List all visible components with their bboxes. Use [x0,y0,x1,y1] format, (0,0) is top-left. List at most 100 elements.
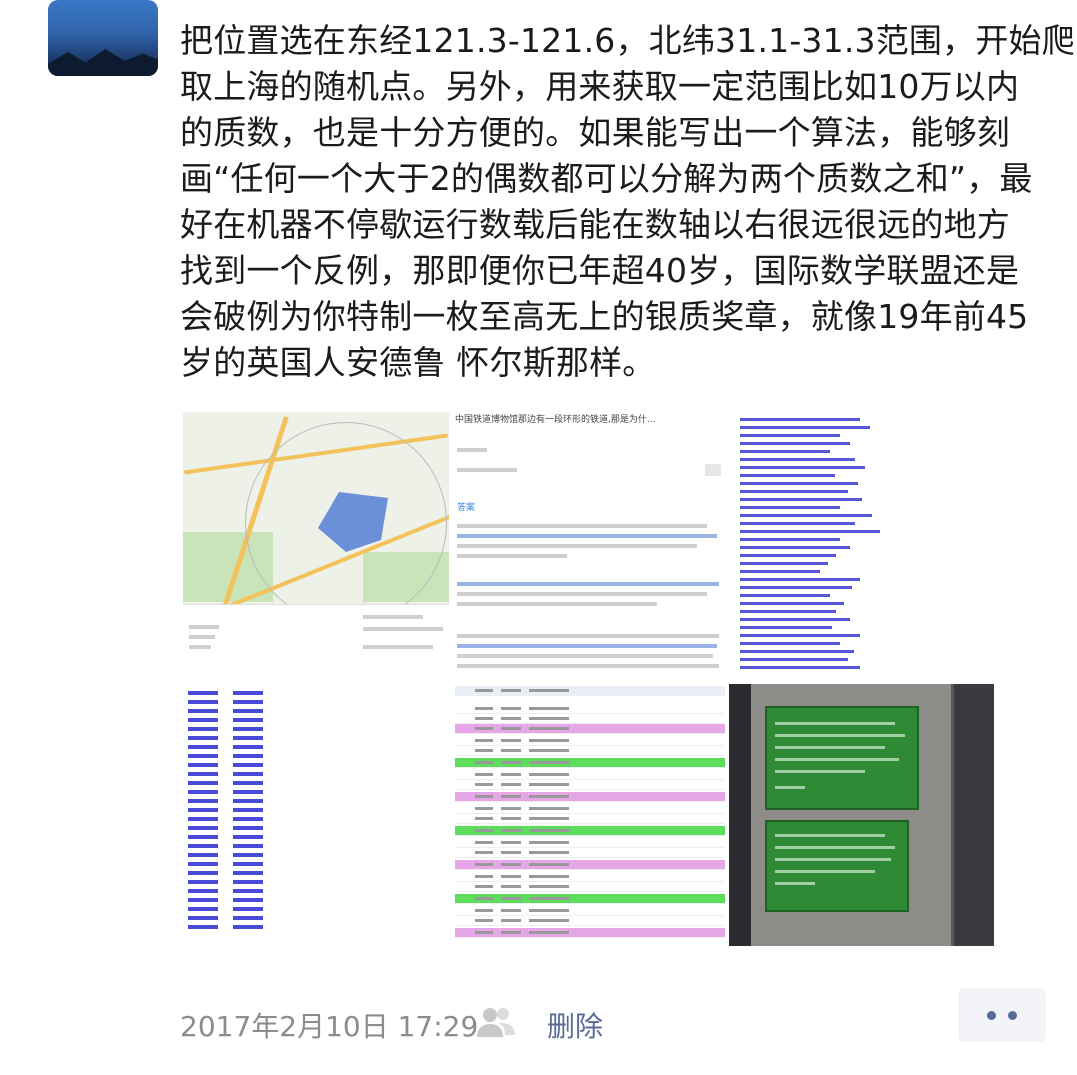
article-line [457,654,713,658]
article-line [457,534,717,538]
list-line [740,482,858,485]
list-line [740,562,828,565]
map-panel-line [189,635,215,639]
list-line [740,506,840,509]
list-line [740,586,852,589]
list-line [740,666,860,669]
list-line [740,530,880,533]
map-panel-line [189,645,211,649]
table-row [455,906,725,916]
image-prime-list-thumbnail[interactable] [183,684,453,946]
map-panel-line [363,615,423,619]
post-text-line: 画“任何一个大于2的偶数都可以分解为两个质数之和”，最 [180,159,1033,198]
list-line [740,626,832,629]
table-row [455,848,725,858]
post-text-line: 的质数，也是十分方便的。如果能写出一个算法，能够刻 [180,113,1010,152]
table-row [455,724,725,734]
table-row [455,714,725,724]
ellipsis-icon [987,1011,996,1020]
post-text-line: 好在机器不停歇运行数载后能在数轴以右很远很远的地方 [180,205,1010,244]
table-row [455,686,725,696]
table-row [455,746,725,756]
list-line [740,418,860,421]
post-text-line: 取上海的随机点。另外，用来获取一定范围比如10万以内 [180,67,1020,106]
image-spreadsheet-thumbnail[interactable] [455,684,725,946]
table-row [455,928,725,938]
table-row [455,894,725,904]
table-row [455,736,725,746]
image-map-thumbnail[interactable] [183,412,449,676]
post-text: 把位置选在东经121.3-121.6，北纬31.1-31.3范围，开始爬 取上海… [180,18,1075,386]
list-line [740,450,830,453]
list-line [740,634,860,637]
list-line [740,618,850,621]
green-sign-card [765,820,909,912]
green-sign-card [765,706,919,810]
list-line [740,434,840,437]
map-info-panel [183,604,449,676]
map-panel-line [363,627,443,631]
post-text-line: 找到一个反例，那即便你已年超40岁，国际数学联盟还是 [180,251,1020,290]
table-row [455,770,725,780]
article-line [457,524,707,528]
list-line [740,514,872,517]
table-row [455,838,725,848]
friends-visibility-icon[interactable] [474,1005,518,1039]
list-line [740,650,854,653]
list-line [740,474,835,477]
list-line [740,602,844,605]
table-row [455,804,725,814]
post-text-line: 把位置选在东经121.3-121.6，北纬31.1-31.3范围，开始爬 [180,21,1075,60]
list-line [740,594,830,597]
article-line [457,582,719,586]
list-line [740,578,860,581]
article-line [457,644,717,648]
image-address-list-thumbnail[interactable] [730,412,960,676]
image-photo-thumbnail[interactable] [729,684,994,946]
list-line [740,546,850,549]
more-actions-button[interactable] [958,988,1046,1042]
table-row [455,872,725,882]
table-row [455,780,725,790]
article-line [457,602,657,606]
article-line [457,468,517,472]
article-line [457,554,567,558]
list-line [740,658,848,661]
photo-frame-edge [954,684,994,946]
article-line [457,592,707,596]
list-line [740,458,855,461]
list-line [740,426,870,429]
article-line [457,448,487,452]
prime-label-column [233,686,263,929]
list-line [740,442,850,445]
table-row [455,826,725,836]
post-text-line: 会破例为你特制一枚至高无上的银质奖章，就像19年前45 [180,297,1029,336]
article-headline: 中国铁道博物馆那边有一段环形的铁道,那是为什... [455,415,656,425]
prime-number-column [188,686,218,929]
article-button [705,464,721,476]
table-row [455,916,725,926]
map-panel-line [363,645,433,649]
ellipsis-icon [1008,1011,1017,1020]
article-line [457,634,719,638]
list-line [740,522,855,525]
table-row [455,758,725,768]
table-row [455,814,725,824]
list-line [740,610,836,613]
list-line [740,642,840,645]
article-line [457,664,719,668]
avatar[interactable] [48,0,158,76]
table-row [455,792,725,802]
photo-frame-edge [729,684,751,946]
list-line [740,466,865,469]
list-line [740,498,862,501]
article-line [457,544,697,548]
table-row [455,860,725,870]
delete-link[interactable]: 删除 [547,1005,603,1045]
list-line [740,570,820,573]
list-line [740,538,840,541]
article-tag: 答案 [457,503,476,513]
list-line [740,490,848,493]
image-article-thumbnail[interactable]: 中国铁道博物馆那边有一段环形的铁道,那是为什... 答案 [455,412,725,676]
table-row [455,704,725,714]
